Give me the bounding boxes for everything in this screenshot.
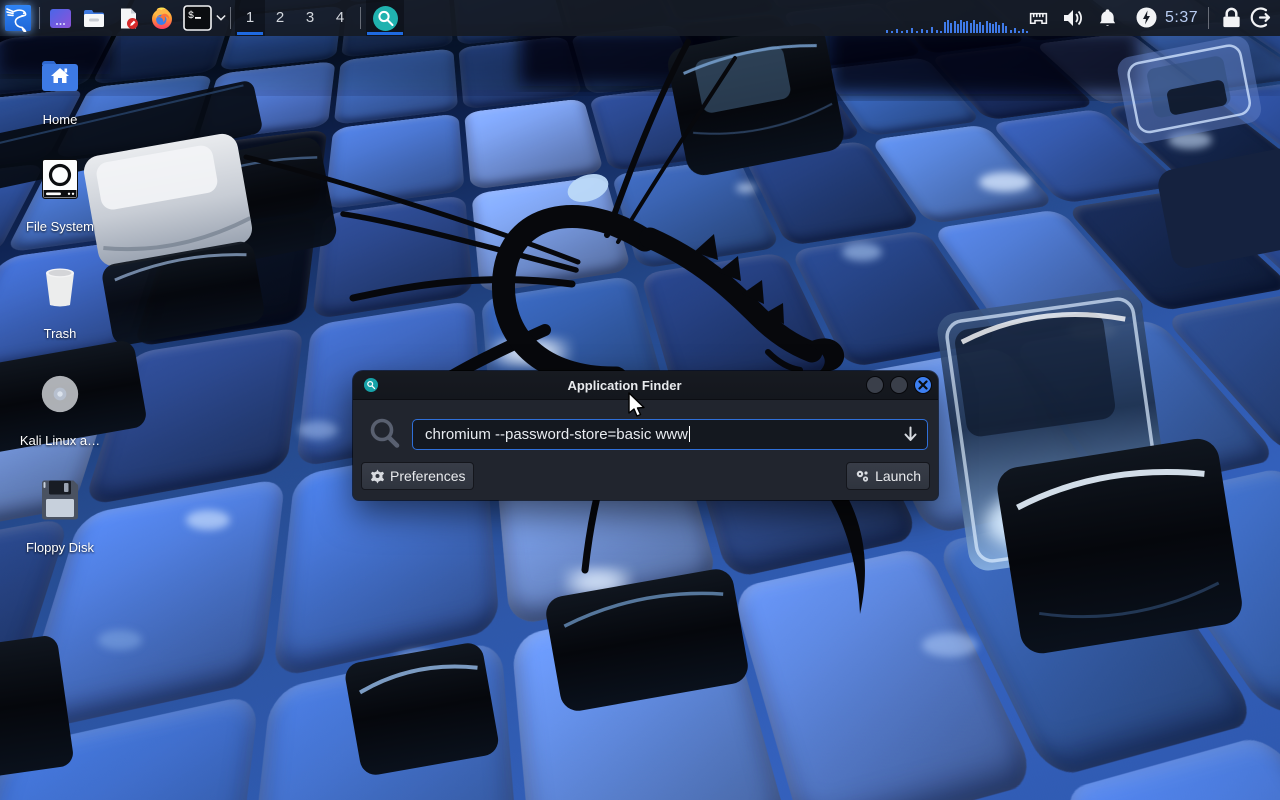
svg-text:$: $ xyxy=(188,10,194,22)
